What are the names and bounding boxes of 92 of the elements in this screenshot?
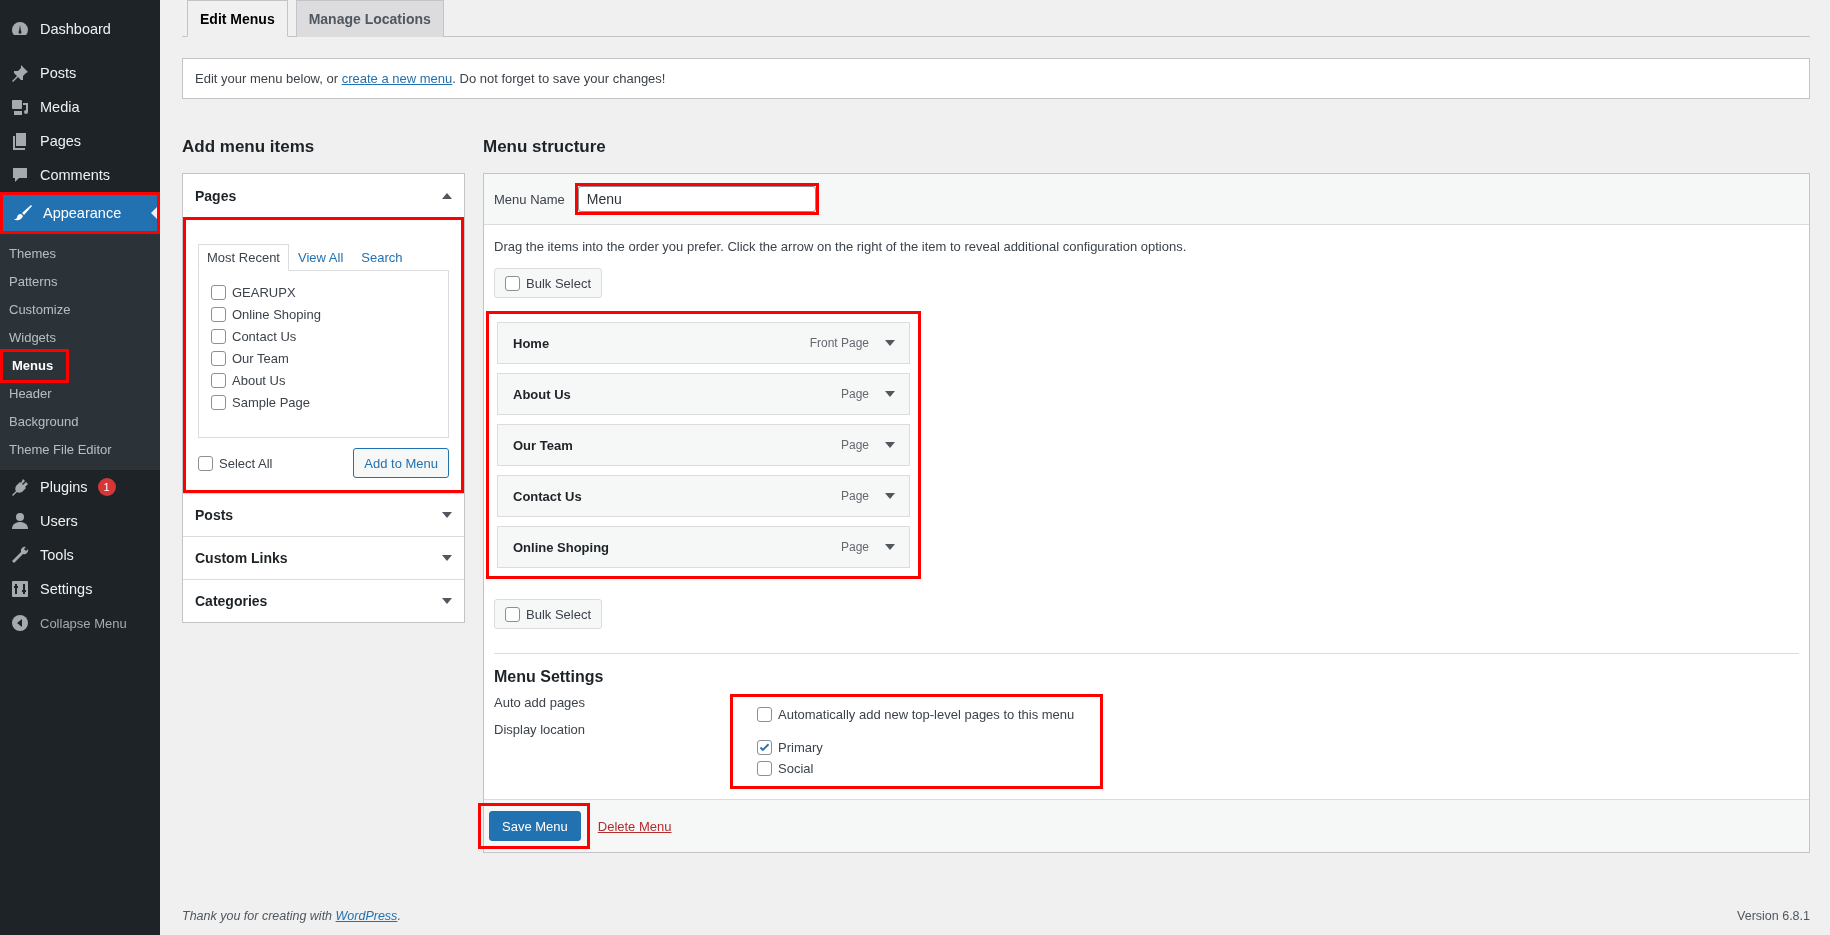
menu-item-type: Page bbox=[840, 540, 869, 554]
settings-heading: Menu Settings bbox=[494, 668, 605, 686]
tab[interactable]: Search bbox=[352, 244, 412, 271]
menu-name-field[interactable]: Menu bbox=[577, 186, 816, 212]
sliders-icon bbox=[10, 579, 30, 599]
checkbox-label: GEARUPX bbox=[232, 285, 296, 300]
collapse-icon bbox=[10, 613, 30, 633]
menu-item-type: Page bbox=[840, 489, 869, 503]
checkbox[interactable] bbox=[211, 395, 226, 410]
tab[interactable]: Edit Menus bbox=[187, 0, 288, 37]
checkbox[interactable] bbox=[211, 329, 226, 344]
tab[interactable]: View All bbox=[289, 244, 353, 271]
checkbox-label: Contact Us bbox=[232, 329, 297, 344]
wrench-icon bbox=[10, 545, 30, 565]
bulk-select-button[interactable]: Bulk Select bbox=[494, 268, 603, 298]
checkbox-label: Primary bbox=[778, 740, 823, 755]
caret-icon bbox=[885, 544, 895, 550]
caret-icon bbox=[885, 391, 895, 397]
submenu-item[interactable]: Theme File Editor bbox=[0, 436, 121, 464]
checkbox-label: Social bbox=[778, 761, 814, 776]
checkbox[interactable] bbox=[211, 285, 226, 300]
menu-item-title: Home bbox=[513, 335, 551, 351]
submenu-item[interactable]: Header bbox=[0, 380, 61, 408]
sidebar-item[interactable]: Comments bbox=[0, 158, 160, 192]
menu-item[interactable]: Contact Us Page bbox=[497, 475, 910, 517]
sidebar-item[interactable]: Posts bbox=[0, 56, 160, 90]
sidebar-item[interactable]: Users bbox=[0, 504, 160, 538]
plug-icon bbox=[10, 477, 30, 497]
checkbox-label: Sample Page bbox=[232, 395, 311, 410]
menu-item[interactable]: About Us Page bbox=[497, 373, 910, 415]
menu-item-title: About Us bbox=[513, 386, 572, 402]
save-menu-button[interactable]: Save Menu bbox=[489, 811, 581, 841]
tab[interactable]: Manage Locations bbox=[295, 0, 444, 37]
checkbox[interactable] bbox=[198, 455, 213, 471]
checkbox-label: Our Team bbox=[232, 351, 289, 366]
submenu-item[interactable]: Patterns bbox=[0, 268, 67, 296]
caret-icon bbox=[885, 340, 895, 346]
notice-text: Edit your menu below, or create a new menu. Do not forget to save your changes! bbox=[182, 58, 1810, 99]
field-label: Menu Name bbox=[494, 191, 565, 207]
caret-icon bbox=[885, 442, 895, 448]
menu-item-title: Our Team bbox=[513, 437, 574, 453]
add-to-menu-button[interactable]: Add to Menu bbox=[353, 448, 449, 478]
caret-icon bbox=[885, 493, 895, 499]
brush-icon bbox=[13, 203, 33, 223]
menu-item[interactable]: Our Team Page bbox=[497, 424, 910, 466]
menu-item-type: Page bbox=[840, 387, 869, 401]
comment-icon bbox=[10, 165, 30, 185]
menu-item-title: Online Shoping bbox=[513, 539, 611, 555]
menu-item-type: Page bbox=[840, 438, 869, 452]
bulk-select-button[interactable]: Bulk Select bbox=[494, 599, 603, 629]
pin-icon bbox=[10, 63, 30, 83]
checkbox-label: About Us bbox=[232, 373, 286, 388]
menu-item[interactable]: Home Front Page bbox=[497, 322, 910, 364]
tab[interactable]: Most Recent bbox=[198, 244, 289, 271]
version-text: Version 6.8.1 bbox=[1737, 909, 1810, 923]
menu-item[interactable]: Online Shoping Page bbox=[497, 526, 910, 568]
user-icon bbox=[10, 511, 30, 531]
sidebar-item[interactable]: Plugins 1 bbox=[0, 470, 160, 504]
submenu-item[interactable]: Background bbox=[0, 408, 88, 436]
count-badge: 1 bbox=[97, 478, 116, 496]
menu-item-title: Contact Us bbox=[513, 488, 583, 504]
checkbox[interactable] bbox=[757, 761, 772, 776]
sidebar-item[interactable]: Tools bbox=[0, 538, 160, 572]
checkbox[interactable] bbox=[211, 307, 226, 322]
sidebar-item[interactable]: Appearance bbox=[3, 195, 157, 231]
submenu-item[interactable]: Themes bbox=[0, 240, 65, 268]
submenu-item[interactable]: Menus bbox=[3, 352, 63, 380]
delete-menu-link[interactable]: Delete Menu bbox=[597, 818, 672, 834]
checkbox-label: Online Shoping bbox=[232, 307, 321, 322]
sidebar-item[interactable]: Media bbox=[0, 90, 160, 124]
menu-item-type: Front Page bbox=[809, 336, 869, 350]
checkbox-label: Automatically add new top-level pages to this menu bbox=[778, 707, 1075, 722]
setting-label: Display location bbox=[494, 721, 587, 738]
checkbox-label: Select All bbox=[219, 455, 273, 471]
checkbox[interactable] bbox=[757, 707, 772, 722]
checkbox[interactable] bbox=[211, 351, 226, 366]
submenu-item[interactable]: Widgets bbox=[0, 324, 65, 352]
checkbox[interactable] bbox=[505, 606, 520, 622]
section-heading: Add menu items bbox=[182, 137, 316, 157]
checkbox[interactable] bbox=[505, 275, 520, 291]
sidebar-item[interactable]: Dashboard bbox=[0, 12, 160, 46]
collapse-menu-button[interactable]: Collapse Menu bbox=[0, 606, 160, 640]
submenu-item[interactable]: Customize bbox=[0, 296, 80, 324]
checkbox[interactable] bbox=[757, 740, 772, 755]
checkbox[interactable] bbox=[211, 373, 226, 388]
section-heading: Menu structure bbox=[483, 137, 607, 157]
sidebar-item[interactable]: Pages bbox=[0, 124, 160, 158]
media-icon bbox=[10, 97, 30, 117]
instructions-text: Drag the items into the order you prefer. Click the arrow on the right of the item to reveal additional configuration options. bbox=[494, 239, 1188, 254]
setting-label: Auto add pages bbox=[494, 694, 587, 711]
sidebar-item[interactable]: Settings bbox=[0, 572, 160, 606]
footer-text: Thank you for creating with WordPress. bbox=[182, 909, 401, 923]
